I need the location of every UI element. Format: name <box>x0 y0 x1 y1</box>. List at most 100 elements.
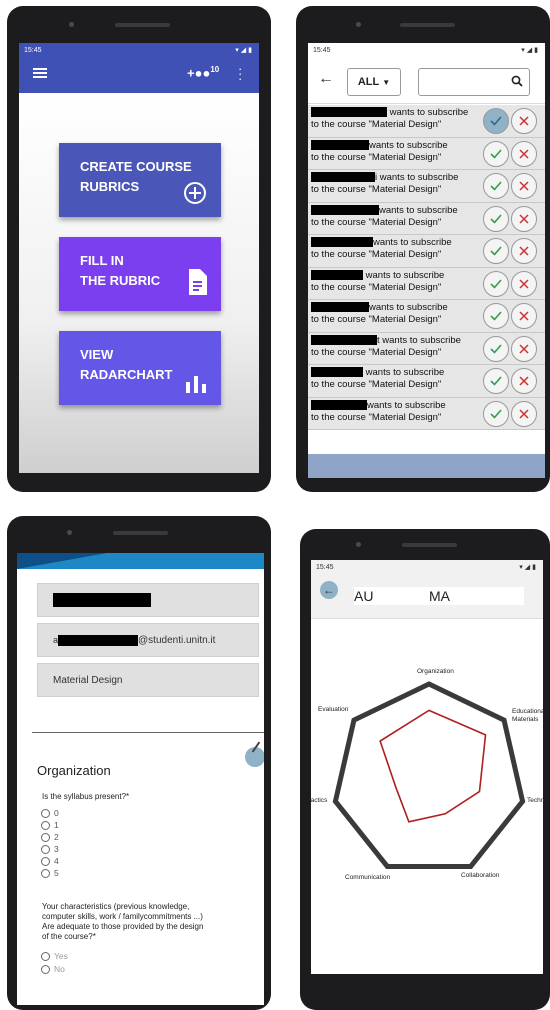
accept-check-icon[interactable] <box>483 400 509 427</box>
radio-option[interactable]: 5 <box>41 868 59 878</box>
radio-circle[interactable] <box>41 808 50 818</box>
home-screen: 15:45 ▾◢▮ +●●10 · · · CREATE COURSE RUBRIC… <box>19 43 259 473</box>
request-text-line1: t wants to subscribe <box>377 334 461 346</box>
radio-option[interactable]: 2 <box>41 832 59 842</box>
fill-rubric-label-line1: FILL IN <box>80 253 124 268</box>
create-rubrics-label-line1: CREATE COURSE <box>80 159 192 174</box>
search-input[interactable] <box>418 68 530 96</box>
request-text-line2: to the course "Material Design" <box>311 184 442 195</box>
status-icons: ▾◢▮ <box>521 47 540 54</box>
request-text-line2: to the course "Material Design" <box>311 281 442 293</box>
radio-circle[interactable] <box>41 820 50 830</box>
request-text-line2: to the course "Material Design" <box>311 216 442 228</box>
course-field[interactable]: Material Design <box>37 663 259 697</box>
reject-close-icon[interactable] <box>511 335 537 362</box>
request-text-line2: to the course "Material Design" <box>311 379 442 390</box>
list-item: wants to subscribe to the course "Materia… <box>308 365 545 398</box>
request-text-line2: to the course "Material Design" <box>311 314 442 325</box>
reject-close-icon[interactable] <box>511 303 537 329</box>
radio-option[interactable]: 0 <box>41 808 59 818</box>
radio-option[interactable]: 3 <box>41 844 59 854</box>
list-item: i wants to subscribe to the course "Mater… <box>308 170 545 203</box>
phone-home: 15:45 ▾◢▮ +●●10 · · · CREATE COURSE RUBRIC… <box>7 6 271 492</box>
filter-dropdown[interactable]: ALL ▼ <box>347 68 401 96</box>
status-bar: 15:45 ▾◢▮ <box>19 43 259 57</box>
chevron-down-icon: ▼ <box>382 77 391 87</box>
chart-title: AU MA <box>354 587 524 605</box>
redacted-name <box>311 139 369 150</box>
student-name-field[interactable] <box>37 583 259 617</box>
view-radarchart-button[interactable]: VIEW RADARCHART <box>59 331 221 405</box>
redacted-name <box>53 593 151 607</box>
accept-check-icon[interactable] <box>483 238 509 264</box>
radio-circle[interactable] <box>41 832 50 842</box>
add-user-button[interactable]: +●●10 <box>187 65 219 80</box>
status-time: 15:45 <box>313 46 331 54</box>
radio-circle[interactable] <box>41 951 50 961</box>
reject-close-icon[interactable] <box>511 205 537 232</box>
list-item: t wants to subscribe to the course "Mater… <box>308 332 545 365</box>
accept-check-icon[interactable] <box>483 270 509 297</box>
list-item: wants to subscribe to the course "Materia… <box>308 397 545 430</box>
accept-check-icon[interactable] <box>483 303 509 329</box>
radio-circle[interactable] <box>41 868 50 878</box>
radar-chart <box>332 681 526 869</box>
radar-axis-label: Technology <box>527 797 543 804</box>
reject-close-icon[interactable] <box>511 270 537 297</box>
status-bar: 15:45 ▾◢▮ <box>311 560 543 574</box>
app-bar: 15:45 ▾◢▮ +●●10 · · · <box>19 43 259 93</box>
request-text-line1: wants to subscribe <box>369 302 448 313</box>
reject-close-icon[interactable] <box>511 108 537 134</box>
request-text-line1: wants to subscribe <box>389 107 469 118</box>
email-suffix: @studenti.unitn.it <box>138 634 216 646</box>
status-icons: ▾◢▮ <box>519 564 538 571</box>
section-title: Organization <box>37 763 111 778</box>
reject-close-icon[interactable] <box>511 238 537 264</box>
back-arrow-icon[interactable]: ← <box>318 70 334 88</box>
edit-pencil-icon[interactable] <box>245 741 264 767</box>
list-item: wants to subscribe to the course "Materia… <box>308 202 545 235</box>
status-icons: ▾◢▮ <box>235 47 254 54</box>
reject-close-icon[interactable] <box>511 368 537 394</box>
accept-check-icon[interactable] <box>483 140 509 167</box>
request-text-line1: wants to subscribe <box>379 204 458 216</box>
course-name: Material Design <box>53 674 123 686</box>
add-user-badge: 10 <box>210 65 220 74</box>
reject-close-icon[interactable] <box>511 400 537 427</box>
radio-label: No <box>54 964 65 974</box>
accept-check-icon[interactable] <box>483 368 509 394</box>
more-options-icon[interactable]: · · · <box>238 62 242 85</box>
phone-radarchart: 15:45 ▾◢▮ ← AU MA Organization Educationa… <box>300 529 550 1010</box>
radio-option[interactable]: 4 <box>41 856 59 866</box>
create-course-rubrics-button[interactable]: CREATE COURSE RUBRICS <box>59 143 221 217</box>
accept-check-icon[interactable] <box>483 335 509 362</box>
reject-close-icon[interactable] <box>511 140 537 167</box>
radio-option[interactable]: No <box>41 964 65 974</box>
accept-check-icon[interactable] <box>483 173 509 199</box>
radar-axis-label: Educational Materials <box>512 708 543 723</box>
reject-close-icon[interactable] <box>511 173 537 199</box>
radio-option[interactable]: Yes <box>41 951 68 961</box>
radio-circle[interactable] <box>41 964 50 974</box>
accept-check-icon[interactable] <box>483 108 509 134</box>
redacted-name <box>311 399 367 410</box>
fill-in-rubric-button[interactable]: FILL IN THE RUBRIC <box>59 237 221 311</box>
speaker-grille <box>115 23 170 27</box>
radar-axis-label: Organization <box>417 668 454 675</box>
request-text-line2: to the course "Material Design" <box>311 249 442 260</box>
menu-icon[interactable] <box>33 68 47 78</box>
radio-circle[interactable] <box>41 856 50 866</box>
radio-option[interactable]: 1 <box>41 820 59 830</box>
radar-axis-label: Didactics <box>311 797 328 804</box>
status-time: 15:45 <box>24 46 42 54</box>
radio-label: 0 <box>54 808 59 818</box>
radio-circle[interactable] <box>41 844 50 854</box>
view-radar-label-line1: VIEW <box>80 347 114 362</box>
email-field[interactable]: a @studenti.unitn.it <box>37 623 259 657</box>
back-arrow-icon[interactable]: ← <box>320 581 338 599</box>
title-left: AU <box>354 588 374 604</box>
request-text-line1: wants to subscribe <box>367 399 446 411</box>
accept-check-icon[interactable] <box>483 205 509 232</box>
filter-value: ALL <box>357 76 380 88</box>
group-icon: ●● <box>194 65 211 81</box>
